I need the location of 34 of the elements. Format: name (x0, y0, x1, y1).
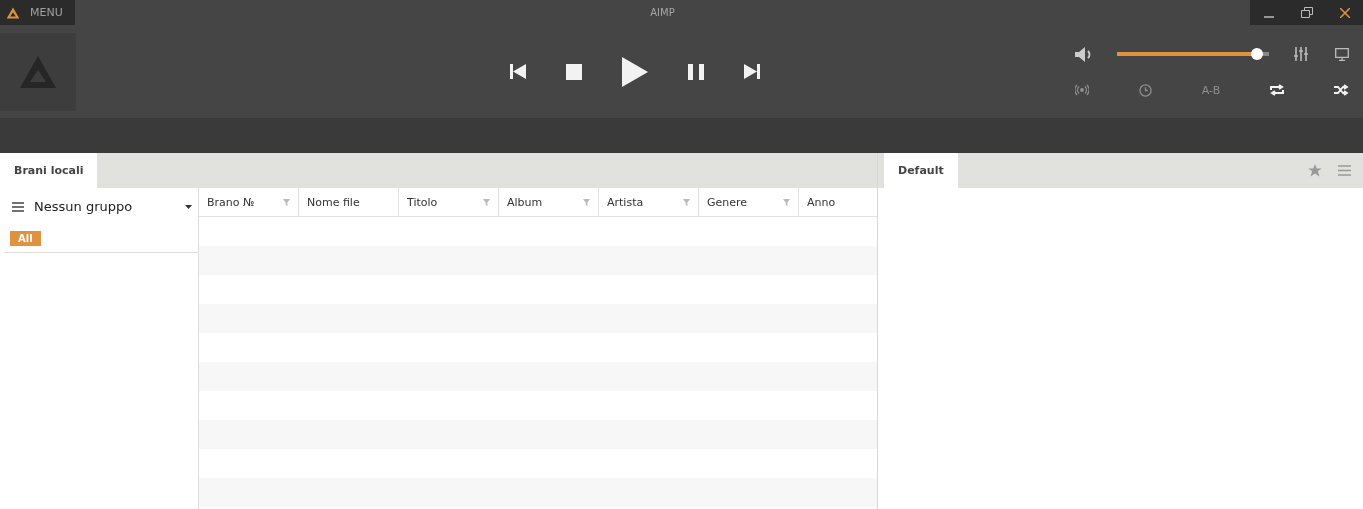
menu-button[interactable]: MENU (0, 0, 75, 25)
column-header[interactable]: Album (499, 188, 599, 216)
column-header[interactable]: Artista (599, 188, 699, 216)
next-button[interactable] (741, 62, 762, 81)
tab[interactable]: Brani locali (0, 153, 98, 188)
repeat-button[interactable] (1268, 82, 1287, 98)
playlist-tab[interactable]: Default (884, 153, 958, 188)
column-header[interactable]: Brano № (199, 188, 299, 216)
broadcast-icon (1075, 84, 1089, 96)
minimize-icon[interactable] (1263, 15, 1274, 18)
logo-icon (6, 5, 20, 20)
shuffle-icon (1334, 84, 1349, 96)
column-header[interactable]: Anno (799, 188, 877, 216)
pause-button[interactable] (685, 61, 706, 82)
previous-button[interactable] (507, 62, 528, 81)
timer-button[interactable] (1136, 81, 1154, 99)
grouping-label[interactable]: Nessun gruppo (34, 199, 175, 214)
volume-thumb[interactable] (1250, 48, 1263, 60)
stop-button[interactable] (563, 61, 584, 82)
restore-button[interactable] (1298, 5, 1315, 20)
shuffle-button[interactable] (1332, 82, 1351, 98)
dropdown-icon[interactable] (185, 204, 192, 209)
close-button[interactable] (1337, 5, 1352, 20)
column-header[interactable]: Genere (699, 188, 799, 216)
column-header[interactable]: Nome file (299, 188, 399, 216)
repeat-icon (1270, 84, 1285, 96)
monitor-button[interactable] (1333, 45, 1351, 63)
window-title: AIMP (649, 7, 676, 18)
menu-icon[interactable] (12, 201, 24, 212)
clock-icon (1138, 83, 1152, 97)
column-header[interactable]: Titolo (399, 188, 499, 216)
play-button[interactable] (619, 54, 650, 89)
equalizer-button[interactable] (1292, 45, 1310, 63)
radio-button[interactable] (1073, 82, 1091, 98)
